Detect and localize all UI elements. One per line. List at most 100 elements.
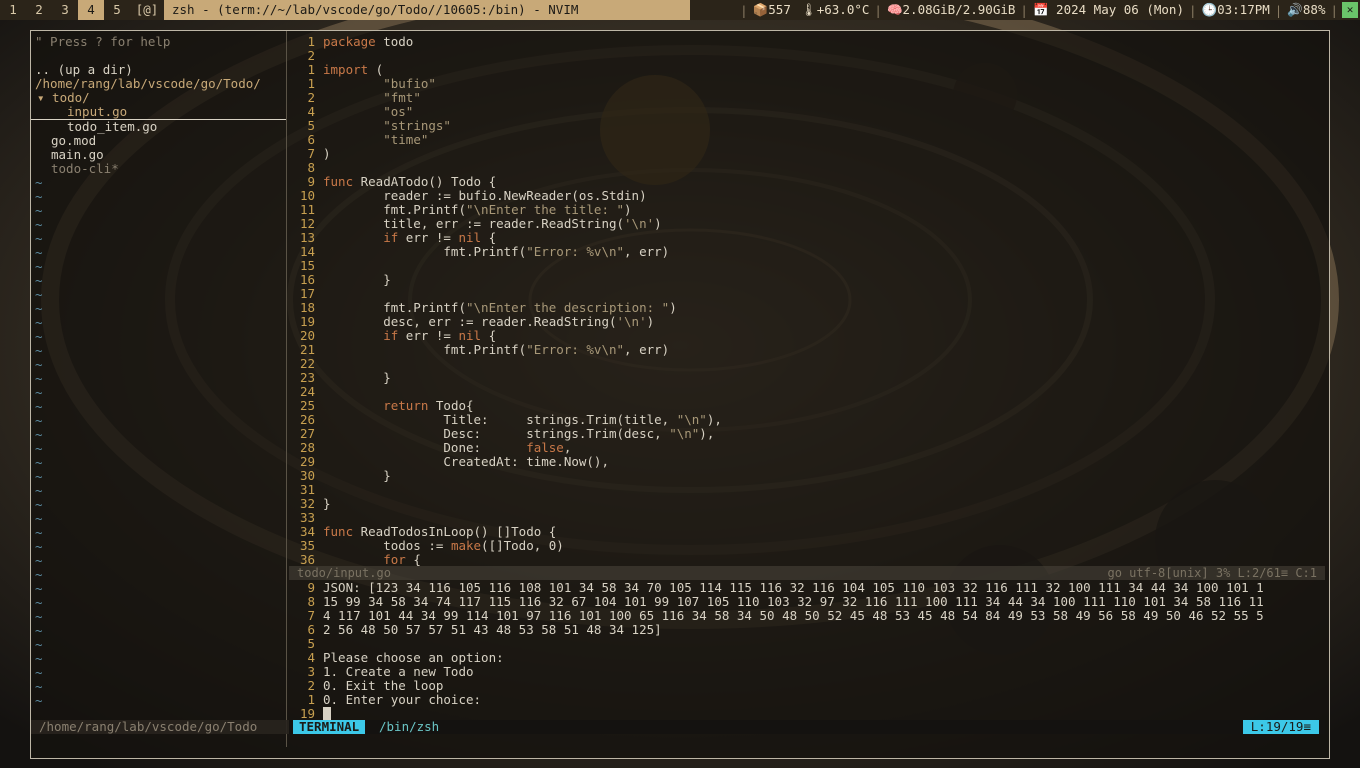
- code-line[interactable]: 13 if err != nil {: [289, 231, 1325, 245]
- code-line[interactable]: 32}: [289, 497, 1325, 511]
- packages-status: 📦557: [748, 2, 796, 18]
- code-line[interactable]: 22: [289, 357, 1325, 371]
- code-line[interactable]: 1 "bufio": [289, 77, 1325, 91]
- code-line[interactable]: 12 title, err := reader.ReadString('\n'): [289, 217, 1325, 231]
- terminal-line[interactable]: 19: [289, 707, 1325, 721]
- empty-line-marker: ~: [35, 679, 43, 694]
- code-line[interactable]: 33: [289, 511, 1325, 525]
- code-line[interactable]: 8: [289, 161, 1325, 175]
- line-number: 31: [299, 482, 315, 497]
- code-line[interactable]: 16 }: [289, 273, 1325, 287]
- up-dir-item[interactable]: .. (up a dir): [31, 63, 286, 77]
- code-line[interactable]: 27 Desc: strings.Trim(desc, "\n"),: [289, 427, 1325, 441]
- code-line[interactable]: 2: [289, 49, 1325, 63]
- terminal-line[interactable]: 3 1. Create a new Todo: [289, 665, 1325, 679]
- code-line[interactable]: 14 fmt.Printf("Error: %v\n", err): [289, 245, 1325, 259]
- empty-line-marker: ~: [35, 623, 43, 638]
- line-code: Desc: strings.Trim(desc, "\n"),: [323, 426, 715, 441]
- empty-line-marker: ~: [35, 399, 43, 414]
- code-line[interactable]: 5 "strings": [289, 119, 1325, 133]
- code-line[interactable]: 30 }: [289, 469, 1325, 483]
- window-title: zsh - (term://~/lab/vscode/go/Todo//1060…: [164, 0, 690, 20]
- code-line[interactable]: 1 package todo: [289, 35, 1325, 49]
- line-number: 12: [299, 216, 315, 231]
- code-line[interactable]: 20 if err != nil {: [289, 329, 1325, 343]
- file-main-go[interactable]: main.go: [31, 148, 286, 162]
- code-line[interactable]: 6 "time": [289, 133, 1325, 147]
- code-line[interactable]: 11 fmt.Printf("\nEnter the title: "): [289, 203, 1325, 217]
- code-line[interactable]: 2 "fmt": [289, 91, 1325, 105]
- code-line[interactable]: 31: [289, 483, 1325, 497]
- line-number: 27: [299, 426, 315, 441]
- line-code: func ReadTodosInLoop() []Todo {: [323, 524, 557, 539]
- code-editor[interactable]: 1 package todo 2 1 import (1 "bufio" 2 "fmt" 4…: [289, 35, 1325, 567]
- line-number: 7: [307, 146, 315, 161]
- terminal-pane[interactable]: 9 JSON: [123 34 116 105 116 108 101 34 58…: [289, 581, 1325, 721]
- line-number: 32: [299, 496, 315, 511]
- file-input-go[interactable]: input.go: [31, 105, 286, 120]
- file-todo-cli[interactable]: todo-cli*: [31, 162, 286, 176]
- code-line[interactable]: 34 func ReadTodosInLoop() []Todo {: [289, 525, 1325, 539]
- terminal-line-text: 15 99 34 58 34 74 117 115 116 32 67 104 …: [323, 594, 1264, 609]
- code-line[interactable]: 23 }: [289, 371, 1325, 385]
- volume-status[interactable]: 🔊88%: [1282, 2, 1330, 18]
- nvim-window[interactable]: " Press ? for help .. (up a dir) /home/r…: [30, 30, 1330, 759]
- code-line[interactable]: 17: [289, 287, 1325, 301]
- empty-line-markers: ~ ~ ~ ~ ~ ~ ~ ~ ~ ~ ~ ~ ~ ~ ~ ~ ~ ~ ~ ~ ~ ~ ~ ~ ~ ~ ~ ~ ~ ~ ~ ~ ~ ~ ~ ~ ~ ~: [31, 176, 286, 708]
- line-number: 8: [307, 160, 315, 175]
- terminal-line[interactable]: 2 0. Exit the loop: [289, 679, 1325, 693]
- workspace-4-button[interactable]: 4: [78, 0, 104, 20]
- code-line[interactable]: 21 fmt.Printf("Error: %v\n", err): [289, 343, 1325, 357]
- terminal-line[interactable]: 9 JSON: [123 34 116 105 116 108 101 34 58…: [289, 581, 1325, 595]
- workspace-3-button[interactable]: 3: [52, 0, 78, 20]
- line-number: 28: [299, 440, 315, 455]
- terminal-line[interactable]: 6 2 56 48 50 57 57 51 43 48 53 58 51 48 3…: [289, 623, 1325, 637]
- workspace-2-button[interactable]: 2: [26, 0, 52, 20]
- workspace-5-button[interactable]: 5: [104, 0, 130, 20]
- code-lines[interactable]: 1 package todo 2 1 import (1 "bufio" 2 "fmt" 4…: [289, 35, 1325, 567]
- terminal-line-number: 9: [307, 580, 315, 595]
- code-line[interactable]: 15: [289, 259, 1325, 273]
- terminal-line[interactable]: 4 Please choose an option:: [289, 651, 1325, 665]
- empty-line-marker: ~: [35, 539, 43, 554]
- empty-line-marker: ~: [35, 287, 43, 302]
- memory-status: 🧠2.08GiB/2.90GiB: [882, 2, 1020, 18]
- nerdtree-sidebar[interactable]: " Press ? for help .. (up a dir) /home/r…: [31, 31, 294, 747]
- folder-todo[interactable]: ▾ todo/: [31, 91, 286, 105]
- terminal-line[interactable]: 8 15 99 34 58 34 74 117 115 116 32 67 104…: [289, 595, 1325, 609]
- code-line[interactable]: 25 return Todo{: [289, 399, 1325, 413]
- code-line[interactable]: 29 CreatedAt: time.Now(),: [289, 455, 1325, 469]
- code-line[interactable]: 36 for {: [289, 553, 1325, 567]
- code-line[interactable]: 26 Title: strings.Trim(title, "\n"),: [289, 413, 1325, 427]
- code-line[interactable]: 1 import (: [289, 63, 1325, 77]
- code-line[interactable]: 18 fmt.Printf("\nEnter the description: …: [289, 301, 1325, 315]
- code-line[interactable]: 19 desc, err := reader.ReadString('\n'): [289, 315, 1325, 329]
- line-number: 35: [299, 538, 315, 553]
- terminal-line[interactable]: 5: [289, 637, 1325, 651]
- code-line[interactable]: 24: [289, 385, 1325, 399]
- line-number: 4: [307, 104, 315, 119]
- cwd-path[interactable]: /home/rang/lab/vscode/go/Todo/: [31, 77, 286, 91]
- empty-line-marker: ~: [35, 455, 43, 470]
- code-line[interactable]: 4 "os": [289, 105, 1325, 119]
- file-todo-item-go[interactable]: todo_item.go: [31, 120, 286, 134]
- code-line[interactable]: 28 Done: false,: [289, 441, 1325, 455]
- help-hint: " Press ? for help: [35, 34, 171, 49]
- close-icon[interactable]: ✕: [1342, 2, 1358, 18]
- terminal-lines[interactable]: 9 JSON: [123 34 116 105 116 108 101 34 58…: [289, 581, 1325, 721]
- code-line[interactable]: 9 func ReadATodo() Todo {: [289, 175, 1325, 189]
- file-go-mod[interactable]: go.mod: [31, 134, 286, 148]
- workspace-1-button[interactable]: 1: [0, 0, 26, 20]
- line-code: fmt.Printf("\nEnter the title: "): [323, 202, 632, 217]
- terminal-line[interactable]: 1 0. Enter your choice:: [289, 693, 1325, 707]
- line-number: 30: [299, 468, 315, 483]
- line-code: title, err := reader.ReadString('\n'): [323, 216, 662, 231]
- code-line[interactable]: 10 reader := bufio.NewReader(os.Stdin): [289, 189, 1325, 203]
- layout-indicator[interactable]: [@]: [130, 0, 164, 20]
- code-line[interactable]: 7): [289, 147, 1325, 161]
- code-line[interactable]: 35 todos := make([]Todo, 0): [289, 539, 1325, 553]
- empty-line-marker: ~: [35, 189, 43, 204]
- line-number: 11: [299, 202, 315, 217]
- terminal-line[interactable]: 7 4 117 101 44 34 99 114 101 97 116 101 1…: [289, 609, 1325, 623]
